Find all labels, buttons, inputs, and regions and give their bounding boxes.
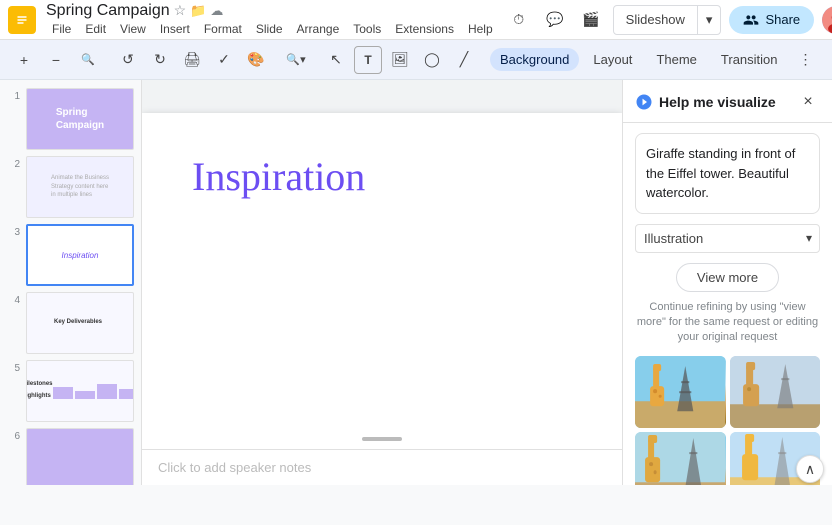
panel-body: Giraffe standing in front of the Eiffel … <box>623 123 832 485</box>
slide-thumb-2[interactable]: 2 Animate the BusinessStrategy content h… <box>6 156 135 218</box>
canvas-area[interactable]: Inspiration Click to add speaker notes <box>142 80 622 485</box>
shape-btn[interactable]: ◯ <box>418 46 446 74</box>
menu-arrange[interactable]: Arrange <box>291 20 346 38</box>
slide-thumb-3[interactable]: 3 Inspiration <box>6 224 135 286</box>
scroll-up-button[interactable]: ∧ <box>796 455 824 483</box>
cursor-btn[interactable]: ↖ <box>322 46 350 74</box>
present-icon[interactable]: 🎬 <box>577 6 605 34</box>
style-selector-wrap: Illustration ▾ <box>635 224 820 253</box>
generated-image-2[interactable] <box>730 356 821 428</box>
toolbar: + − 🔍 ↺ ↻ 🖨 ✓ 🎨 🔍▾ ↖ T 🖼 ◯ ╱ Background … <box>0 40 832 80</box>
doc-title: Spring Campaign ☆ 📁 ☁ <box>46 1 499 20</box>
menu-format[interactable]: Format <box>198 20 248 38</box>
topbar-right: ⏱ 💬 🎬 Slideshow ▾ Share <box>505 5 832 35</box>
speaker-notes-placeholder: Click to add speaker notes <box>158 460 311 475</box>
share-label: Share <box>765 12 800 27</box>
generated-image-3[interactable] <box>635 432 726 485</box>
menu-tools[interactable]: Tools <box>347 20 387 38</box>
close-panel-button[interactable]: × <box>796 90 820 114</box>
toolbar-right: ⌃ <box>824 48 832 72</box>
undo-btn[interactable]: ↺ <box>114 46 142 74</box>
giraffe-eiffel-svg-2 <box>730 356 820 428</box>
slideshow-button[interactable]: Slideshow ▾ <box>613 5 722 35</box>
menu-extensions[interactable]: Extensions <box>389 20 460 38</box>
style-selector[interactable]: Illustration <box>635 224 820 253</box>
hint-text: Continue refining by using "view more" f… <box>635 300 820 346</box>
slide-thumb-4[interactable]: 4 Key Deliverables 📌 <box>6 292 135 354</box>
doc-title-text[interactable]: Spring Campaign <box>46 1 170 20</box>
user-avatar[interactable] <box>822 6 832 34</box>
comment-icon[interactable]: 💬 <box>541 6 569 34</box>
slide-thumb-6[interactable]: 6 <box>6 428 135 485</box>
redo-btn[interactable]: ↻ <box>146 46 174 74</box>
spellcheck-btn[interactable]: ✓ <box>210 46 238 74</box>
undo-history-icon[interactable]: ⏱ <box>505 6 533 34</box>
menu-help[interactable]: Help <box>462 20 499 38</box>
scroll-indicator <box>362 437 402 441</box>
slide-panel: 1 SpringCampaign 2 Animate the BusinessS… <box>0 80 142 485</box>
menu-view[interactable]: View <box>114 20 152 38</box>
slideshow-dropdown-arrow[interactable]: ▾ <box>697 6 721 34</box>
zoom-menu-btn[interactable]: 🔍 <box>74 46 102 74</box>
zoom-in-btn[interactable]: + <box>10 46 38 74</box>
theme-btn[interactable]: Theme <box>646 48 706 71</box>
collapse-toolbar-btn[interactable]: ⌃ <box>824 48 832 72</box>
text-btn[interactable]: T <box>354 46 382 74</box>
visualize-icon <box>635 93 653 111</box>
view-more-button[interactable]: View more <box>676 263 779 292</box>
more-options-btn[interactable]: ⋮ <box>792 46 820 74</box>
paint-format-btn[interactable]: 🎨 <box>242 46 270 74</box>
giraffe-eiffel-svg-3 <box>635 432 725 485</box>
layout-btn[interactable]: Layout <box>583 48 642 71</box>
generated-image-1[interactable] <box>635 356 726 428</box>
close-icon: × <box>803 93 812 111</box>
transition-btn[interactable]: Transition <box>711 48 788 71</box>
image-btn[interactable]: 🖼 <box>386 46 414 74</box>
panel-header: Help me visualize × <box>623 80 832 123</box>
folder-icon[interactable]: 📁 <box>190 3 206 19</box>
main-area: 1 SpringCampaign 2 Animate the BusinessS… <box>0 80 832 485</box>
share-button[interactable]: Share <box>729 6 814 34</box>
cloud-icon[interactable]: ☁ <box>210 3 223 19</box>
menu-insert[interactable]: Insert <box>154 20 196 38</box>
zoom-out-btn[interactable]: − <box>42 46 70 74</box>
prompt-text[interactable]: Giraffe standing in front of the Eiffel … <box>635 133 820 214</box>
print-btn[interactable]: 🖨 <box>178 46 206 74</box>
background-btn[interactable]: Background <box>490 48 579 71</box>
menu-edit[interactable]: Edit <box>79 20 112 38</box>
giraffe-eiffel-svg-1 <box>635 356 725 428</box>
star-icon[interactable]: ☆ <box>174 2 187 19</box>
zoom-control-btn[interactable]: 🔍▾ <box>282 46 310 74</box>
menu-file[interactable]: File <box>46 20 77 38</box>
main-slide-title: Inspiration <box>192 153 365 200</box>
line-btn[interactable]: ╱ <box>450 46 478 74</box>
slideshow-label[interactable]: Slideshow <box>614 6 697 33</box>
menu-slide[interactable]: Slide <box>250 20 289 38</box>
menu-bar: File Edit View Insert Format Slide Arran… <box>46 20 499 38</box>
main-slide-canvas[interactable]: Inspiration <box>142 113 622 453</box>
right-panel: Help me visualize × Giraffe standing in … <box>622 80 832 485</box>
panel-title: Help me visualize <box>635 93 776 111</box>
slide-thumb-5[interactable]: 5 Milestones – Highlights <box>6 360 135 422</box>
topbar: Spring Campaign ☆ 📁 ☁ File Edit View Ins… <box>0 0 832 40</box>
title-area: Spring Campaign ☆ 📁 ☁ File Edit View Ins… <box>46 1 499 38</box>
speaker-notes[interactable]: Click to add speaker notes <box>142 449 622 485</box>
doc-title-icons: ☆ 📁 ☁ <box>174 2 224 19</box>
slide-thumb-1[interactable]: 1 SpringCampaign <box>6 88 135 150</box>
image-grid <box>635 356 820 485</box>
app-icon <box>8 6 36 34</box>
panel-title-text: Help me visualize <box>659 94 776 110</box>
